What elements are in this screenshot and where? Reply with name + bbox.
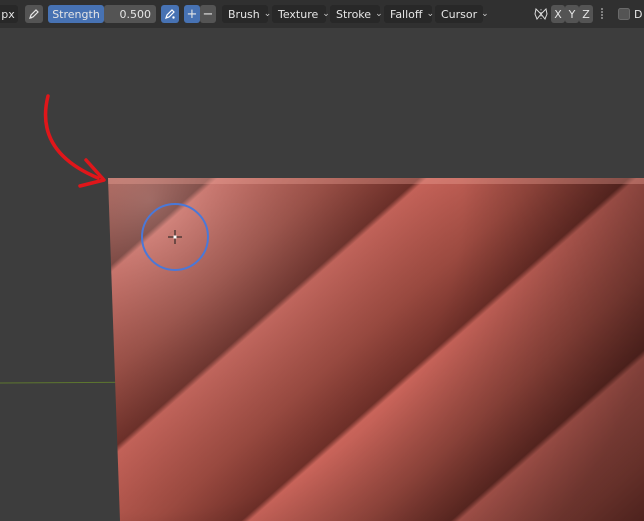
add-direction-button[interactable]: + (184, 5, 200, 23)
chevron-down-icon: ⌄ (481, 9, 489, 19)
minus-label: − (202, 6, 214, 22)
viewport-canvas[interactable] (0, 28, 644, 521)
brush-pressure-icon (164, 8, 176, 20)
chevron-down-icon: ⌄ (426, 9, 435, 19)
butterfly-mirror-icon (534, 8, 548, 20)
strength-field[interactable]: Strength (48, 5, 104, 23)
more-options[interactable] (596, 5, 608, 23)
plus-label: + (186, 6, 198, 22)
strength-pressure-toggle[interactable] (161, 5, 179, 23)
unit-label: px (1, 7, 15, 21)
texture-menu-label: Texture (278, 7, 319, 21)
cursor-menu-label: Cursor (441, 7, 478, 21)
unit-field[interactable]: px (0, 5, 18, 23)
brush-menu-label: Brush (228, 7, 260, 21)
annotation-arrow (43, 94, 106, 188)
dyntopo-label: D (634, 7, 643, 21)
checkbox-icon (618, 8, 630, 20)
mirror-y-label: Y (568, 7, 576, 21)
subtract-direction-button[interactable]: − (200, 5, 216, 23)
pen-pressure-icon (28, 8, 40, 20)
stroke-menu[interactable]: Stroke ⌄ (330, 5, 383, 23)
falloff-menu-label: Falloff (390, 7, 423, 21)
mirror-z-toggle[interactable]: Z (579, 5, 593, 23)
dyntopo-label-box: D (634, 5, 644, 23)
strength-value-field[interactable]: 0.500 (104, 5, 156, 23)
falloff-menu[interactable]: Falloff ⌄ (384, 5, 435, 23)
cursor-menu[interactable]: Cursor ⌄ (435, 5, 489, 23)
chevron-down-icon: ⌄ (263, 9, 272, 19)
brush-menu[interactable]: Brush ⌄ (222, 5, 271, 23)
mirror-x-toggle[interactable]: X (551, 5, 565, 23)
mirror-y-toggle[interactable]: Y (565, 5, 579, 23)
3d-viewport[interactable] (0, 28, 644, 521)
chevron-down-icon: ⌄ (375, 9, 383, 19)
texture-menu[interactable]: Texture ⌄ (272, 5, 330, 23)
mirror-toggle[interactable] (533, 5, 549, 23)
mirror-x-label: X (554, 7, 562, 21)
dyntopo-checkbox[interactable] (617, 5, 631, 23)
strength-label: Strength (52, 7, 100, 21)
pen-pressure-toggle[interactable] (25, 5, 43, 23)
chevron-down-icon: ⌄ (322, 9, 330, 19)
strength-value: 0.500 (119, 7, 152, 21)
mirror-z-label: Z (582, 7, 590, 21)
vertical-dots-icon (600, 7, 604, 21)
stroke-menu-label: Stroke (336, 7, 372, 21)
sculpt-mesh[interactable] (100, 170, 644, 521)
tool-header: px Strength 0.500 + − Brush ⌄ Texture ⌄ … (0, 0, 644, 28)
